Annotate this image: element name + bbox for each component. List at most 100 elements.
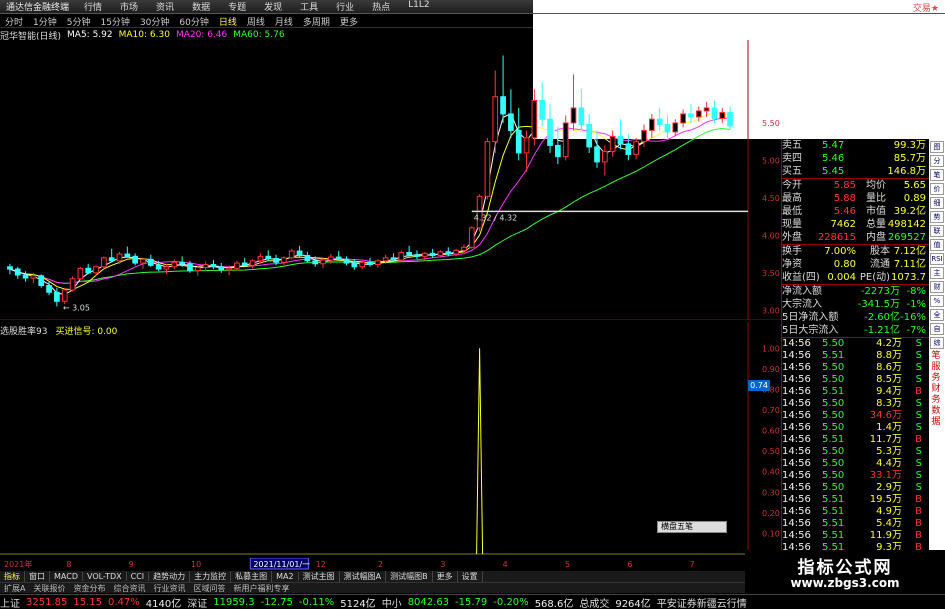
stat-row: 今开 5.85 均价 5.65 bbox=[782, 179, 929, 192]
sidebar-tool-button[interactable]: 分 bbox=[930, 155, 944, 167]
sidebar-tool-button[interactable]: 价 bbox=[930, 183, 944, 195]
period-tab[interactable]: 30分钟 bbox=[135, 15, 174, 28]
status-bar: 上证 3251.85 15.15 0.47% 4140亿 深证 11959.3 … bbox=[0, 594, 945, 609]
sidebar-tool-button[interactable]: 细 bbox=[930, 197, 944, 209]
period-tab[interactable]: 15分钟 bbox=[95, 15, 134, 28]
indicator-tab[interactable]: MA2 bbox=[272, 572, 299, 581]
indicator-tab[interactable]: 窗口 bbox=[25, 571, 50, 582]
extension-tab[interactable]: 区域问答 bbox=[189, 583, 229, 593]
sidebar-tool-button[interactable]: 全 bbox=[930, 309, 944, 321]
candle bbox=[680, 109, 686, 128]
menu-item[interactable]: 行业 bbox=[327, 0, 363, 13]
tick-time: 14:56 bbox=[782, 494, 811, 505]
sidebar-tool-button[interactable]: 主 bbox=[930, 267, 944, 279]
news-ticker[interactable]: 平安证券新疆云行情 bbox=[657, 595, 747, 609]
tick-side: S bbox=[915, 470, 922, 481]
period-tab[interactable]: 60分钟 bbox=[174, 15, 213, 28]
indicator-tab[interactable]: 私募主图 bbox=[231, 571, 273, 582]
indicator-tab[interactable]: 主力监控 bbox=[190, 571, 232, 582]
popup-label: 横盘五笔 bbox=[661, 522, 693, 531]
candle bbox=[374, 259, 381, 268]
period-tab[interactable]: 5分钟 bbox=[62, 15, 96, 28]
sidebar-tool-button[interactable]: 图 bbox=[930, 141, 944, 153]
period-tab[interactable]: 更多 bbox=[335, 15, 363, 28]
price-tick: 5.00 bbox=[762, 156, 780, 165]
fundamental-label: 收益(四) bbox=[782, 272, 820, 283]
period-tab[interactable]: 分时 bbox=[0, 15, 28, 28]
period-tab[interactable]: 周线 bbox=[242, 15, 270, 28]
indicator-tab[interactable]: MACD bbox=[50, 572, 83, 581]
indicator-tab[interactable]: 测试幅图B bbox=[386, 571, 433, 582]
candle bbox=[249, 259, 256, 269]
menu-item[interactable]: 资讯 bbox=[147, 0, 183, 13]
order-book-volume: 146.8万 bbox=[887, 166, 926, 177]
sh-index-label[interactable]: 上证 bbox=[0, 595, 20, 609]
indicator-tab[interactable]: 更多 bbox=[433, 571, 458, 582]
menu-item[interactable]: 数据 bbox=[183, 0, 219, 13]
candle bbox=[492, 70, 499, 153]
period-tab[interactable]: 多周期 bbox=[298, 15, 335, 28]
trade-button[interactable]: 交易★ bbox=[913, 1, 939, 13]
signal-tick: 1.00 bbox=[762, 344, 780, 353]
tick-price: 5.51 bbox=[822, 350, 845, 361]
stat-label: 总量 bbox=[866, 219, 886, 230]
sidebar-tool-button[interactable]: 笔 bbox=[930, 169, 944, 181]
indicator-tab[interactable]: CCI bbox=[127, 572, 150, 581]
sz-index-value: 11959.3 bbox=[213, 596, 255, 608]
candle bbox=[633, 137, 639, 159]
candle bbox=[719, 107, 726, 123]
price-tick: 4.50 bbox=[762, 194, 780, 203]
indicator-tab[interactable]: 测试主图 bbox=[299, 571, 340, 582]
extension-tab[interactable]: 新用户福利专享 bbox=[229, 583, 293, 593]
period-tab[interactable]: 1分钟 bbox=[28, 15, 62, 28]
menu-item[interactable]: L1L2 bbox=[399, 0, 438, 13]
kline-chart[interactable]: 5.50 5.00 4.50 4.00 3.50 3.00 4.32 / 4.32 ← 3.0… bbox=[0, 40, 781, 320]
menu-item[interactable]: 工具 bbox=[291, 0, 327, 13]
indicator-tab[interactable]: 趋势动力 bbox=[149, 571, 191, 582]
sidebar-tool-button[interactable]: % bbox=[930, 295, 944, 307]
candle bbox=[218, 263, 225, 273]
tick-time: 14:56 bbox=[782, 446, 811, 457]
extension-tab[interactable]: 关联报价 bbox=[29, 583, 69, 593]
tick-time: 14:56 bbox=[782, 398, 811, 409]
period-tab[interactable]: 日线 bbox=[214, 15, 242, 28]
x-tick: 2 bbox=[378, 560, 383, 569]
menu-item[interactable]: 行情 bbox=[75, 0, 111, 13]
stat-value: 5.85 bbox=[833, 180, 856, 191]
extension-tab[interactable]: 行业资讯 bbox=[149, 583, 189, 593]
sidebar-tool-button[interactable]: 综 bbox=[930, 337, 944, 349]
indicator-tab[interactable]: VOL-TDX bbox=[83, 572, 127, 581]
popup-button[interactable]: 横盘五笔 bbox=[657, 521, 727, 533]
indicator-tab[interactable]: 测试幅图A bbox=[340, 571, 387, 582]
menu-item[interactable]: 市场 bbox=[111, 0, 147, 13]
sidebar-tool-button[interactable]: 自 bbox=[930, 323, 944, 335]
menu-item[interactable]: 专题 bbox=[219, 0, 255, 13]
menu-item[interactable]: 发现 bbox=[255, 0, 291, 13]
extension-tab[interactable]: 综合资讯 bbox=[109, 583, 149, 593]
sz-index-label[interactable]: 深证 bbox=[187, 595, 207, 609]
extension-tab[interactable]: 扩展A bbox=[0, 583, 29, 593]
sidebar-tool-button[interactable]: 值 bbox=[930, 239, 944, 251]
zx-index-label[interactable]: 中小 bbox=[382, 595, 402, 609]
sidebar-tool-button[interactable]: 财 bbox=[930, 281, 944, 293]
stat-row: 外盘 228615 内盘 269527 bbox=[782, 231, 929, 244]
stat-row: 最低 5.46 市值 39.2亿 bbox=[782, 205, 929, 218]
indicator-tab[interactable]: 指标 bbox=[0, 571, 25, 582]
sidebar-tool-button[interactable]: RSI bbox=[930, 253, 944, 265]
extension-tab[interactable]: 资金分布 bbox=[69, 583, 109, 593]
candle bbox=[234, 260, 240, 271]
sidebar-tool-button[interactable]: 势 bbox=[930, 211, 944, 223]
candle bbox=[202, 261, 209, 272]
sidebar-tool-button[interactable]: 联 bbox=[930, 225, 944, 237]
tick-row: 14:56 5.50 8.5万 S bbox=[782, 374, 929, 386]
candle bbox=[124, 246, 131, 258]
candle bbox=[508, 89, 514, 138]
tick-price: 5.50 bbox=[822, 458, 845, 469]
period-tab[interactable]: 月线 bbox=[270, 15, 298, 28]
tick-side: S bbox=[915, 362, 922, 373]
candle bbox=[61, 287, 68, 305]
menu-item[interactable]: 热点 bbox=[363, 0, 399, 13]
candle bbox=[335, 251, 342, 261]
indicator-tab[interactable]: 设置 bbox=[458, 571, 483, 582]
tick-side: B bbox=[915, 434, 922, 445]
